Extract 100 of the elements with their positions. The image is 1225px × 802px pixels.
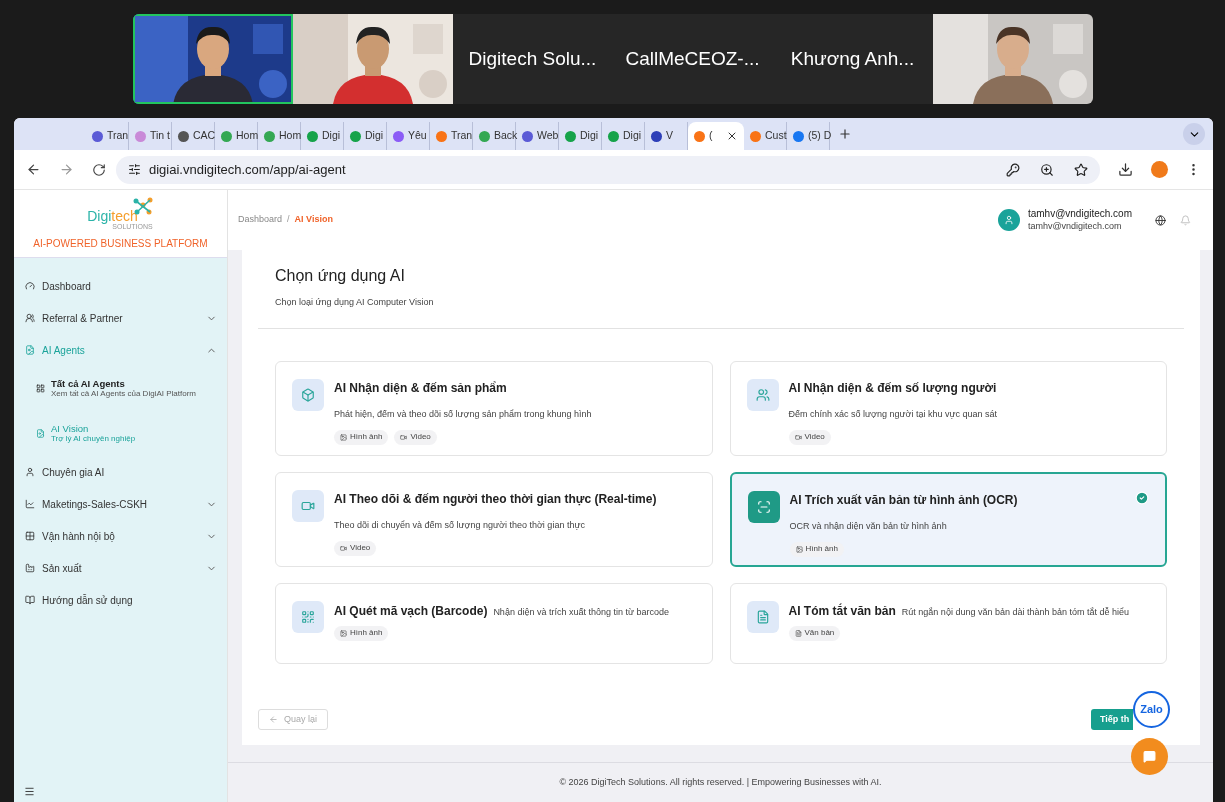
app-card[interactable]: AI Trích xuất văn bản từ hình ảnh (OCR) OCR và nhận diện văn bản từ hình ảnh Hình ảnh [729,471,1167,567]
browser-tab[interactable]: Back [473,122,516,150]
box-icon [292,378,324,411]
document-icon [794,629,802,637]
app-title: AI Nhận diện & đếm sản phẩm [334,379,508,397]
browser-tab[interactable]: Digi [301,122,344,150]
video-icon [292,489,324,522]
users-icon [746,378,779,411]
nav-subitem-title: AI Vision [51,423,90,434]
tab-title: (5) D [808,128,832,144]
bookmark-icon[interactable] [1074,162,1088,177]
browser-tab[interactable]: Digi [602,122,645,150]
zalo-chat-button[interactable]: Zalo [1133,691,1170,728]
address-bar[interactable]: digiai.vndigitech.com/app/ai-agent [116,155,1100,184]
forward-icon[interactable] [59,162,74,177]
nav-item[interactable]: Chuyên gia AI [14,456,227,488]
tab-title: Digi [580,128,599,144]
app-card[interactable]: AI Tóm tắt văn bản Rút ngắn nội dung văn bản dài thành bản tóm tắt dễ hiểu Văn bản [729,582,1167,664]
app-description: Đếm chính xác số lượng người tại khu vực quan sát [788,408,997,419]
app-description: Nhận diện và trích xuất thông tin từ barcode [493,605,669,619]
tab-title: Hom [236,128,259,144]
grid-icon [36,384,45,393]
tab-title: Digi [623,128,642,144]
tab-title: Yêu [408,128,427,144]
browser-tab[interactable]: CAC [172,122,215,150]
collapse-menu-icon[interactable] [24,785,35,797]
tab-title: Tran [451,128,473,144]
factory-icon [25,563,35,573]
tab-title: Tin t [150,128,171,144]
grid-icon [25,531,35,541]
participant-tile[interactable]: Khương Anh... [772,14,933,104]
media-tag: Video [334,540,377,556]
browser-tab[interactable]: Tran [430,122,473,150]
browser-tab[interactable]: Digi [344,122,387,150]
key-icon[interactable] [1006,162,1020,177]
globe-icon[interactable] [1155,214,1166,226]
participant-tile[interactable]: Digitech Solu... [452,14,613,104]
browser-tab[interactable]: Hom [258,122,301,150]
browser-tab[interactable]: Hom [215,122,258,150]
participant-name: CallMeCEOZ-... [625,46,760,71]
tab-title: Web [537,128,559,144]
app-title: AI Trích xuất văn bản từ hình ảnh (OCR) [789,491,1019,509]
tab-title: Digi [322,128,341,144]
media-tag: Hình ảnh [334,429,389,445]
profile-avatar[interactable] [1151,161,1168,178]
browser-tab[interactable]: ( [688,122,744,150]
download-icon[interactable] [1118,162,1133,177]
image-icon [795,545,803,553]
browser-tab[interactable]: Yêu [387,122,430,150]
nav-subitem-subtitle: Xem tất cả AI Agents của DigiAI Platform [51,388,196,399]
app-title: AI Quét mã vạch (Barcode) [334,602,488,620]
site-settings-icon[interactable] [128,163,141,176]
reload-icon[interactable] [92,162,106,177]
tab-title: Tran [107,128,129,144]
media-tag: Video [394,429,437,445]
new-tab-icon[interactable] [838,127,852,141]
nav-item[interactable]: Maketings-Sales-CSKH [14,488,227,520]
nav-item[interactable]: Hướng dẫn sử dụng [14,584,227,616]
page-title: Chọn ứng dụng AI [275,266,406,286]
app-description: Theo dõi di chuyển và đếm số lượng người theo thời gian thực [334,519,585,530]
back-icon[interactable] [26,162,41,177]
image-icon [25,345,35,355]
browser-tab[interactable]: (5) D [787,122,830,150]
participant-name: Khương Anh... [790,46,915,71]
app-card[interactable]: AI Quét mã vạch (Barcode) Nhận diện và trích xuất thông tin từ barcode Hình ảnh [275,582,713,664]
browser-tab[interactable]: Cust [744,122,787,150]
breadcrumb-item[interactable]: Dashboard [238,213,283,227]
app-card[interactable]: AI Nhận diện & đếm số lượng người Đếm chính xác số lượng người tại khu vực quan sát Video [729,360,1167,456]
image-icon [36,429,45,438]
nav-item[interactable]: Referral & Partner [14,302,227,334]
nav-item[interactable]: Vận hành nội bộ [14,520,227,552]
app-description: Rút ngắn nội dung văn bản dài thành bản tóm tắt dễ hiểu [901,605,1130,619]
scan-icon [747,490,780,523]
browser-tab[interactable]: Tran [86,122,129,150]
participant-tile[interactable]: CallMeCEOZ-... [612,14,773,104]
breadcrumb-item: AI Vision [294,213,333,227]
app-card[interactable]: AI Nhận diện & đếm sản phẩm Phát hiện, đếm và theo dõi số lượng sản phẩm trong khung hình Hình ảnh Video [275,360,713,456]
document-icon [746,600,779,633]
image-icon [340,629,347,637]
zoom-icon[interactable] [1040,162,1054,177]
nav-item[interactable]: Dashboard [14,270,227,302]
close-icon[interactable] [726,130,738,142]
browser-tab[interactable]: Web [516,122,559,150]
tab-title: Cust [765,128,787,144]
tab-title: V [666,128,673,144]
qr-code-icon [292,600,324,633]
page-subtitle: Chọn loại ứng dụng AI Computer Vision [275,296,435,309]
browser-tab[interactable]: Tin t [129,122,172,150]
nav-subitem[interactable]: Tất cả AI Agents Xem tất cả AI Agents của DigiAI Platform [14,366,227,411]
video-icon [340,544,347,552]
user-avatar[interactable] [997,209,1020,231]
nav-item[interactable]: Sản xuất [14,552,227,584]
book-icon [25,595,35,605]
breadcrumb-separator: / [287,213,290,227]
app-card[interactable]: AI Theo dõi & đếm người theo thời gian thực (Real-time) Theo dõi di chuyển và đếm số lượng người theo thời gian thực Video [275,471,713,567]
app-description: OCR và nhận diện văn bản từ hình ảnh [789,520,947,531]
chart-icon [25,499,35,509]
media-tag: Hình ảnh [789,541,844,557]
tab-list-button[interactable] [1183,123,1205,145]
browser-tab[interactable]: Digi [559,122,602,150]
